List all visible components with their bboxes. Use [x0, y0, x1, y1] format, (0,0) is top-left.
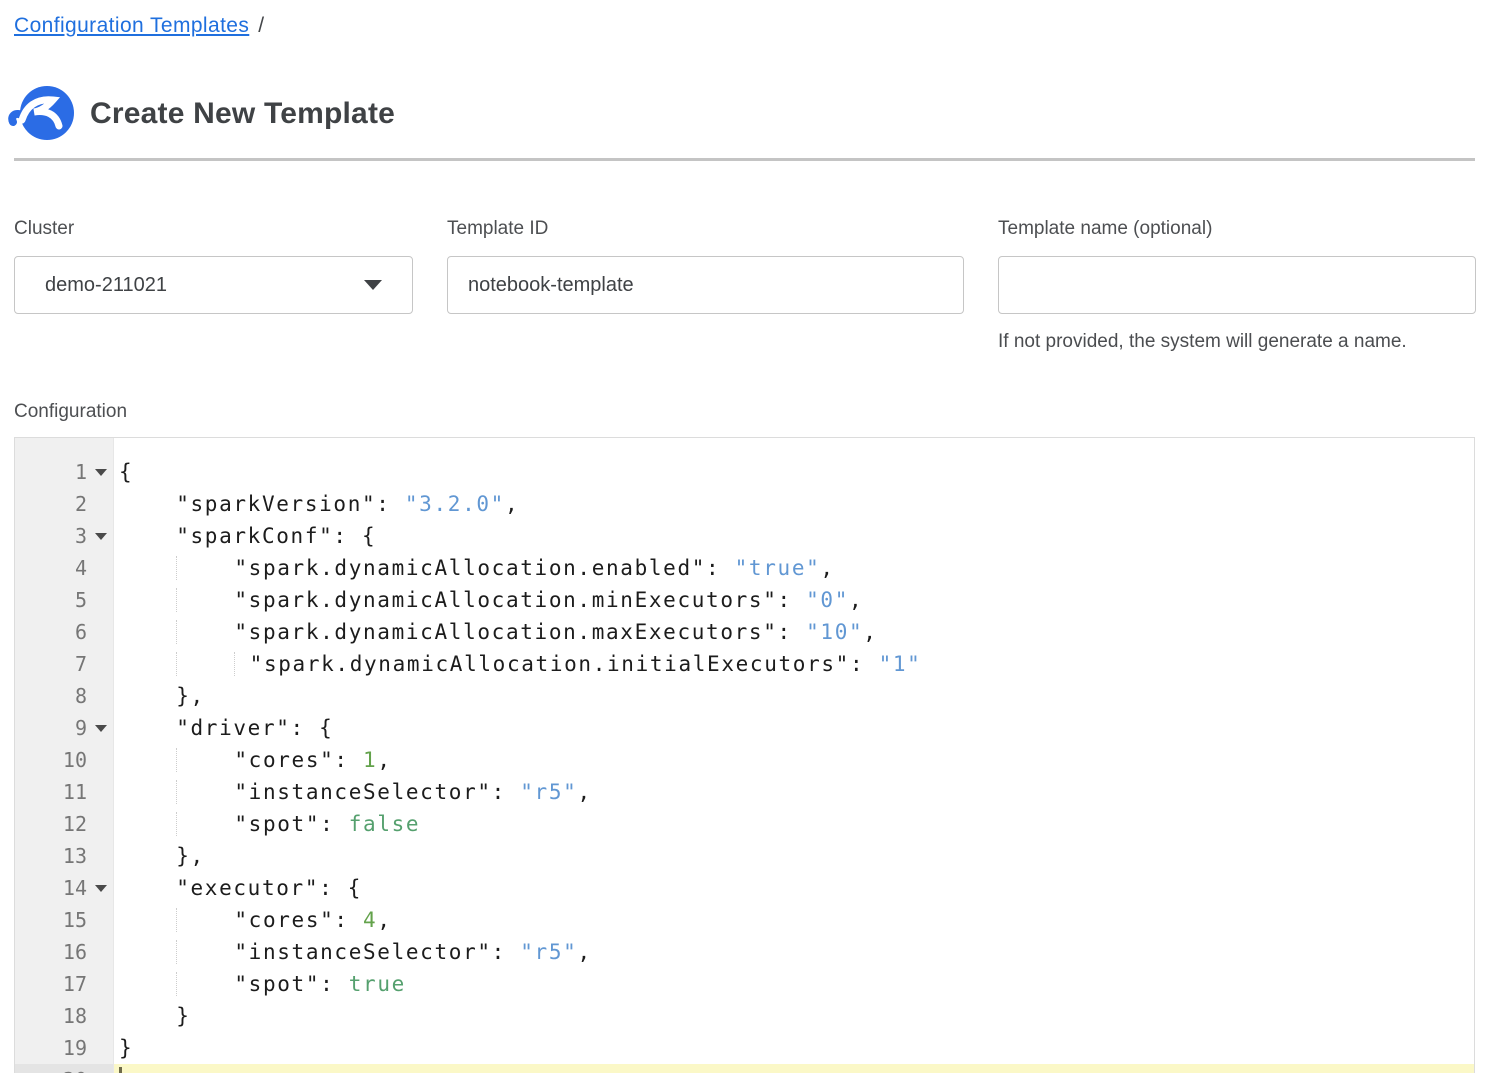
fold-toggle-icon[interactable]	[95, 725, 107, 732]
cluster-select-value: demo-211021	[45, 274, 167, 297]
breadcrumb-link-configuration-templates[interactable]: Configuration Templates	[14, 14, 249, 37]
line-number: 17	[15, 968, 113, 1000]
code-line: }	[114, 1032, 1474, 1064]
line-number: 2	[15, 488, 113, 520]
code-line: "cores": 4,	[114, 904, 1474, 936]
code-line: "cores": 1,	[114, 744, 1474, 776]
line-number: 15	[15, 904, 113, 936]
indent-guide	[176, 972, 234, 996]
line-number: 16	[15, 936, 113, 968]
code-line: }	[114, 1000, 1474, 1032]
template-name-helper: If not provided, the system will generat…	[998, 331, 1407, 353]
fold-toggle-icon[interactable]	[95, 533, 107, 540]
code-line: "sparkVersion": "3.2.0",	[114, 488, 1474, 520]
indent-guide	[176, 588, 234, 612]
code-line: "driver": {	[114, 712, 1474, 744]
code-line: "spark.dynamicAllocation.initialExecutor…	[114, 648, 1474, 680]
ocean-wave-logo-icon	[8, 83, 76, 143]
code-line: "spark.dynamicAllocation.maxExecutors": …	[114, 616, 1474, 648]
template-name-label: Template name (optional)	[998, 218, 1212, 240]
line-number: 9	[15, 712, 113, 744]
template-id-input[interactable]	[447, 256, 964, 314]
page: Configuration Templates / Create New Temp…	[0, 0, 1486, 1073]
line-number: 13	[15, 840, 113, 872]
editor-gutter: 1234567891011121314151617181920	[15, 438, 114, 1073]
line-number: 4	[15, 552, 113, 584]
indent-guide	[176, 940, 234, 964]
indent-guide	[234, 652, 249, 676]
cluster-label: Cluster	[14, 218, 74, 240]
code-line: },	[114, 840, 1474, 872]
code-line: "instanceSelector": "r5",	[114, 936, 1474, 968]
breadcrumb: Configuration Templates /	[14, 14, 265, 38]
line-number: 5	[15, 584, 113, 616]
indent-guide	[176, 748, 234, 772]
configuration-label: Configuration	[14, 401, 127, 423]
editor-content[interactable]: { "sparkVersion": "3.2.0", "sparkConf": …	[114, 438, 1474, 1073]
line-number: 11	[15, 776, 113, 808]
breadcrumb-separator: /	[258, 14, 264, 37]
line-number: 20	[15, 1064, 113, 1073]
indent-guide	[176, 780, 234, 804]
code-line: "executor": {	[114, 872, 1474, 904]
line-number: 8	[15, 680, 113, 712]
indent-guide	[176, 812, 234, 836]
code-line: "spark.dynamicAllocation.enabled": "true…	[114, 552, 1474, 584]
cluster-select[interactable]: demo-211021	[14, 256, 413, 314]
code-line: "spark.dynamicAllocation.minExecutors": …	[114, 584, 1474, 616]
line-number: 6	[15, 616, 113, 648]
line-number: 1	[15, 456, 113, 488]
code-line: "spot": false	[114, 808, 1474, 840]
code-line: "sparkConf": {	[114, 520, 1474, 552]
code-line: "instanceSelector": "r5",	[114, 776, 1474, 808]
fold-toggle-icon[interactable]	[95, 469, 107, 476]
indent-guide	[176, 652, 234, 676]
indent-guide	[176, 620, 234, 644]
line-number: 12	[15, 808, 113, 840]
header-divider	[14, 158, 1475, 161]
line-number: 10	[15, 744, 113, 776]
configuration-editor[interactable]: 1234567891011121314151617181920 { "spark…	[14, 437, 1475, 1073]
indent-guide	[176, 908, 234, 932]
line-number: 14	[15, 872, 113, 904]
line-number: 3	[15, 520, 113, 552]
chevron-down-icon	[364, 280, 382, 290]
line-number: 7	[15, 648, 113, 680]
code-line: },	[114, 680, 1474, 712]
code-line: {	[114, 456, 1474, 488]
fold-toggle-icon[interactable]	[95, 885, 107, 892]
indent-guide	[176, 556, 234, 580]
page-title: Create New Template	[90, 97, 395, 131]
text-cursor	[119, 1067, 122, 1073]
template-id-label: Template ID	[447, 218, 548, 240]
line-number: 18	[15, 1000, 113, 1032]
line-number: 19	[15, 1032, 113, 1064]
code-line	[114, 1064, 1474, 1073]
template-name-input[interactable]	[998, 256, 1476, 314]
code-line: "spot": true	[114, 968, 1474, 1000]
